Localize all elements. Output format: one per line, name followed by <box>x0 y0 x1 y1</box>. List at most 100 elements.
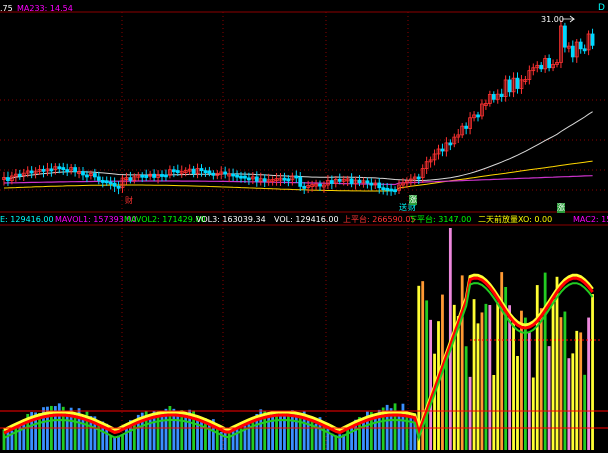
event-marker[interactable]: 财 <box>125 196 133 206</box>
candle-body <box>140 174 145 178</box>
volume-bar <box>223 431 227 450</box>
candle-body <box>507 79 512 93</box>
candle-body <box>73 167 77 172</box>
volume-bar <box>397 411 401 450</box>
volume-bar <box>539 308 543 450</box>
stat-item: 上平台: 266590.05 <box>343 215 416 224</box>
volume-bar <box>460 275 464 450</box>
event-marker[interactable]: 涨 <box>409 195 417 205</box>
candle-body <box>108 181 113 185</box>
volume-bar <box>591 294 594 450</box>
stat-item: VOL: 129416.00 <box>274 215 339 224</box>
volume-bar <box>563 311 567 450</box>
volume-bar <box>468 376 472 450</box>
candle-body <box>92 173 97 178</box>
candle-body <box>393 189 397 193</box>
candle-body <box>578 41 583 50</box>
stat-item: 二天前放量 <box>478 215 518 224</box>
volume-bar <box>559 317 563 450</box>
volume-bar <box>393 403 397 450</box>
candle-body <box>65 169 70 172</box>
candle-body <box>547 58 551 69</box>
volume-bar <box>551 298 555 450</box>
volume-bar <box>527 331 531 450</box>
candle-body <box>318 183 322 187</box>
volume-bar <box>567 358 571 450</box>
volume-bar <box>121 434 124 450</box>
candle-body <box>152 173 157 178</box>
candle-body <box>239 175 243 179</box>
candle-body <box>211 172 216 176</box>
candle-body <box>243 175 247 179</box>
candle-body <box>337 178 342 182</box>
candle-body <box>563 25 567 48</box>
volume-bar <box>555 276 559 450</box>
stat-item: E: 129416.00 <box>0 215 54 224</box>
volume-bar <box>535 285 539 450</box>
candle-body <box>539 64 544 70</box>
volume-bar <box>251 419 255 450</box>
peak-price-label: 31.00 <box>541 15 564 24</box>
candle-body <box>357 179 362 184</box>
candle-body <box>164 174 168 178</box>
candle-body <box>448 142 453 146</box>
volume-bar <box>524 317 527 450</box>
candle-body <box>302 185 307 189</box>
candle-body <box>440 148 445 152</box>
candle-body <box>464 125 469 129</box>
candle-body <box>582 48 587 52</box>
candle-body <box>160 174 164 177</box>
candle-body <box>476 114 480 118</box>
candle-body <box>385 187 390 191</box>
event-marker[interactable]: 送 <box>399 203 407 213</box>
volume-bar <box>429 319 432 450</box>
candle-body <box>294 175 299 179</box>
volume-bar <box>196 417 199 450</box>
stat-item: MAVOL2: 171429.00 <box>124 215 206 224</box>
ma-left-value: .75 <box>0 4 13 13</box>
candle-body <box>96 176 101 181</box>
volume-bar <box>271 411 274 450</box>
stat-item: VOL3: 163039.34 <box>196 215 266 224</box>
candle-body <box>365 180 370 184</box>
candle-body <box>203 170 208 174</box>
volume-bar <box>480 312 484 450</box>
volume-bar <box>73 413 77 450</box>
volume-bar <box>109 435 113 450</box>
volume-bar <box>571 353 575 450</box>
volume-bar <box>512 317 515 450</box>
candle-body <box>112 182 117 187</box>
volume-bar <box>148 416 152 450</box>
corner-label[interactable]: D <box>598 3 605 13</box>
candle-body <box>61 167 66 170</box>
candle-body <box>223 171 228 175</box>
candle-body <box>29 170 34 174</box>
candle-body <box>57 166 62 170</box>
candle-body <box>104 180 109 184</box>
candle-body <box>416 176 421 180</box>
candle-body <box>499 93 504 97</box>
candle-body <box>144 175 149 178</box>
volume-bar <box>445 359 448 450</box>
volume-bar <box>492 374 496 450</box>
volume-bar <box>464 346 468 450</box>
volume-bar <box>543 272 547 450</box>
stock-chart-canvas[interactable] <box>0 0 608 450</box>
volume-bar <box>227 431 231 450</box>
candle-body <box>41 168 46 172</box>
candle-body <box>377 182 382 189</box>
candle-body <box>191 168 196 174</box>
chart-window[interactable]: .75 MA233: 14.54 D 31.00 财 送 财 涨 涨 E: 12… <box>0 0 608 450</box>
candle-body <box>262 178 267 182</box>
candle-body <box>389 188 394 192</box>
volume-bar <box>283 413 286 450</box>
candle-body <box>207 170 212 174</box>
volume-bar <box>184 414 188 450</box>
candle-body <box>246 177 251 181</box>
candle-body <box>590 33 595 46</box>
candle-body <box>570 45 575 58</box>
volume-bar <box>476 323 480 450</box>
ma233-label: MA233: 14.54 <box>17 4 73 13</box>
event-marker[interactable]: 涨 <box>557 203 565 213</box>
stat-item: 下平台: 3147.00 <box>409 215 472 224</box>
